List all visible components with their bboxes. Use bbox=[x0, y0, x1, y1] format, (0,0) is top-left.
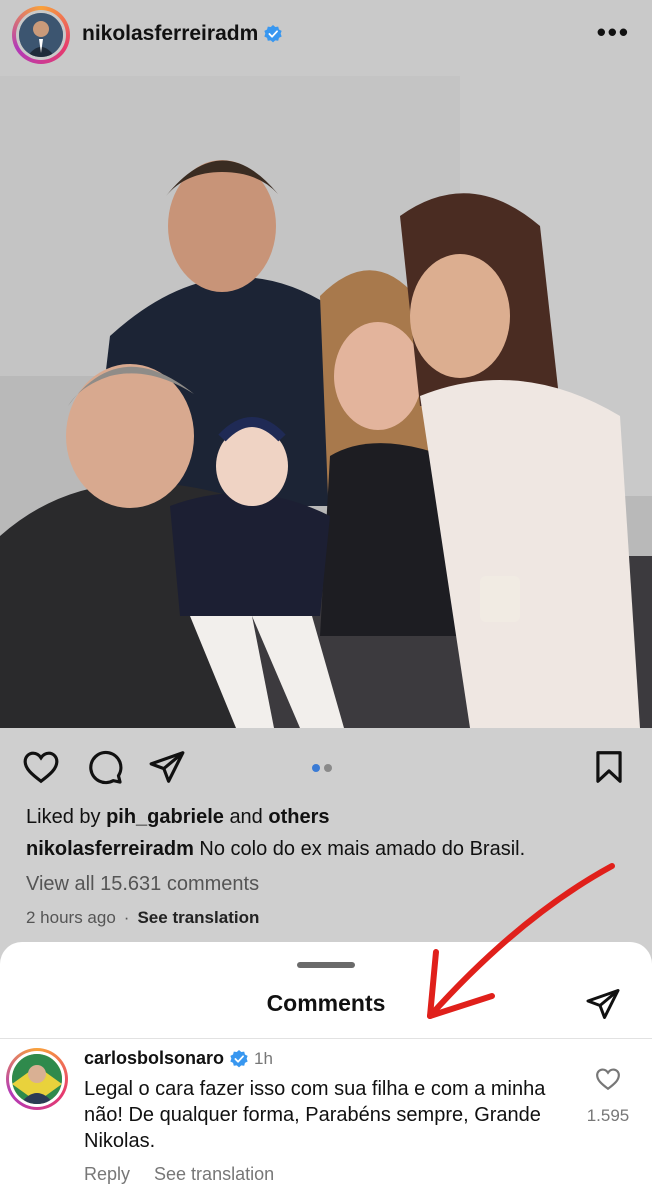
post-header: nikolasferreiradm ••• bbox=[0, 0, 652, 76]
carousel-dot-active bbox=[312, 764, 320, 772]
carousel-dot bbox=[324, 764, 332, 772]
comment-time: 1h bbox=[254, 1048, 273, 1068]
bookmark-icon[interactable] bbox=[590, 748, 628, 786]
liked-by-line: Liked by pih_gabriele and others bbox=[26, 806, 330, 828]
comment-text: Legal o cara fazer isso com sua filha e … bbox=[84, 1078, 546, 1152]
comment-icon[interactable] bbox=[86, 748, 124, 786]
commenter-username[interactable]: carlosbolsonaro bbox=[84, 1048, 224, 1069]
verified-icon bbox=[264, 25, 282, 43]
carousel-indicator bbox=[312, 764, 332, 772]
verified-icon bbox=[230, 1049, 248, 1067]
reply-button[interactable]: Reply bbox=[84, 1164, 130, 1185]
sheet-divider bbox=[0, 1038, 652, 1039]
post-photo[interactable] bbox=[0, 76, 652, 728]
comment-heart-icon[interactable] bbox=[594, 1066, 622, 1092]
post-time: 2 hours ago bbox=[26, 908, 116, 927]
comment-header: carlosbolsonaro 1h bbox=[84, 1048, 273, 1069]
commenter-avatar-image bbox=[12, 1054, 62, 1104]
comment-like-count: 1.595 bbox=[586, 1106, 630, 1125]
more-icon[interactable]: ••• bbox=[597, 19, 630, 45]
view-all-comments-link[interactable]: View all 15.631 comments bbox=[26, 873, 259, 896]
sheet-drag-handle[interactable] bbox=[297, 962, 355, 968]
comment-see-translation-link[interactable]: See translation bbox=[154, 1164, 274, 1185]
author-username[interactable]: nikolasferreiradm bbox=[82, 22, 282, 46]
post-meta: 2 hours ago · See translation bbox=[26, 908, 259, 928]
caption-username[interactable]: nikolasferreiradm bbox=[26, 838, 194, 860]
liked-by-others[interactable]: others bbox=[268, 806, 329, 828]
heart-icon[interactable] bbox=[22, 748, 60, 786]
author-avatar-image bbox=[19, 13, 63, 57]
author-avatar[interactable] bbox=[12, 6, 70, 64]
post-photo-illustration bbox=[0, 76, 652, 728]
liked-by-user[interactable]: pih_gabriele bbox=[106, 806, 224, 828]
post-actions bbox=[0, 738, 652, 798]
commenter-avatar[interactable] bbox=[6, 1048, 68, 1110]
annotation-arrow bbox=[427, 863, 615, 1019]
share-icon[interactable] bbox=[148, 748, 186, 786]
comment-actions: Reply See translation bbox=[84, 1164, 274, 1185]
meta-separator: · bbox=[123, 908, 130, 927]
see-translation-link[interactable]: See translation bbox=[137, 908, 259, 928]
